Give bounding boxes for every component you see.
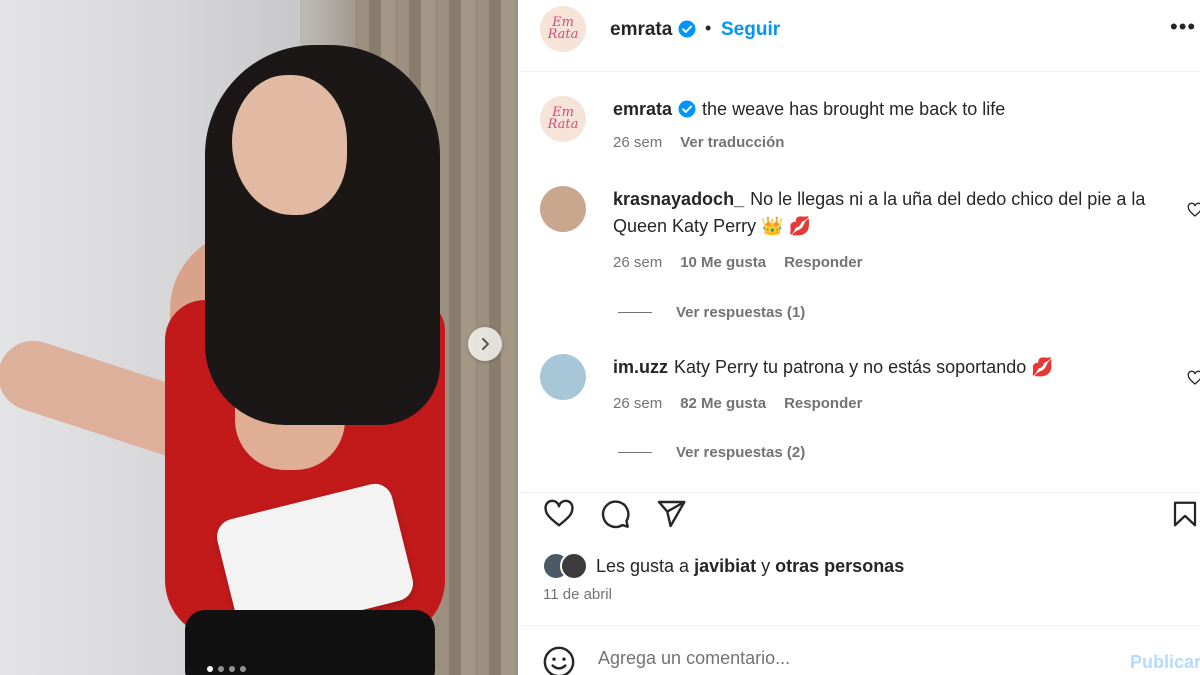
comment-time: 26 sem — [613, 395, 663, 412]
carousel-dot — [240, 666, 246, 672]
caption-avatar[interactable]: Em Rata — [540, 96, 586, 142]
comment-meta: 26 sem 10 Me gusta Responder — [613, 254, 862, 271]
likes-others[interactable]: otras personas — [775, 556, 904, 577]
comment-likes[interactable]: 82 Me gusta — [680, 395, 766, 412]
more-options-icon[interactable]: ••• — [1170, 14, 1196, 40]
like-heart-icon[interactable] — [542, 498, 576, 530]
commenter-avatar[interactable] — [540, 186, 586, 232]
comment-username[interactable]: krasnayadoch_ — [613, 189, 744, 209]
like-comment-heart-icon[interactable] — [1187, 202, 1200, 218]
comment-composer: Publicar — [518, 625, 1200, 675]
liker-username[interactable]: javibiat — [694, 556, 756, 577]
emoji-smiley-icon[interactable] — [542, 645, 576, 675]
view-replies-button[interactable]: Ver respuestas (2) — [618, 444, 805, 461]
post-header: Em Rata emrata • Seguir ••• — [518, 0, 1200, 72]
comment-likes[interactable]: 10 Me gusta — [680, 254, 766, 271]
caption-meta: 26 sem Ver traducción — [613, 134, 784, 151]
carousel-dots — [207, 666, 246, 672]
photo-face — [232, 75, 347, 215]
liker-avatar — [560, 552, 588, 580]
share-send-icon[interactable] — [654, 498, 688, 530]
publish-button[interactable]: Publicar — [1130, 652, 1200, 673]
post-action-bar — [518, 492, 1200, 532]
view-replies-button[interactable]: Ver respuestas (1) — [618, 304, 805, 321]
comment-username[interactable]: im.uzz — [613, 357, 668, 377]
comment-text: krasnayadoch_ No le llegas ni a la uña de… — [613, 186, 1173, 240]
carousel-next-button[interactable] — [468, 327, 502, 361]
verified-badge-icon — [678, 20, 696, 38]
caption-text: emrata the weave has brought me back to … — [613, 96, 1173, 123]
reply-button[interactable]: Responder — [784, 254, 862, 271]
likes-prefix: Les gusta a — [596, 555, 690, 576]
replies-divider — [618, 452, 652, 453]
post-detail-panel: Em Rata emrata • Seguir ••• Em Rata emra… — [518, 0, 1200, 675]
caption-username[interactable]: emrata — [613, 99, 672, 119]
carousel-dot — [207, 666, 213, 672]
replies-divider — [618, 312, 652, 313]
likes-summary[interactable]: Les gusta a javibiat y otras personas — [542, 552, 904, 580]
save-bookmark-icon[interactable] — [1170, 498, 1200, 530]
post-date: 11 de abril — [543, 586, 612, 603]
post-image[interactable] — [0, 0, 518, 675]
carousel-dot — [229, 666, 235, 672]
chevron-right-icon — [482, 338, 489, 350]
comment-body: Katy Perry tu patrona y no estás soporta… — [674, 357, 1054, 377]
commenter-avatar[interactable] — [540, 354, 586, 400]
avatar-logo: Em Rata — [547, 15, 579, 42]
comment-meta: 26 sem 82 Me gusta Responder — [613, 395, 862, 412]
translate-link[interactable]: Ver traducción — [680, 134, 784, 151]
view-replies-label: Ver respuestas (2) — [676, 444, 806, 461]
comment-bubble-icon[interactable] — [598, 498, 632, 530]
follow-button[interactable]: Seguir — [721, 19, 780, 41]
verified-badge-icon — [678, 100, 696, 118]
comment-input[interactable] — [598, 648, 1098, 669]
likes-connector: y — [761, 555, 771, 576]
comment-time: 26 sem — [613, 254, 663, 271]
author-username[interactable]: emrata — [610, 19, 672, 41]
carousel-dot — [218, 666, 224, 672]
view-replies-label: Ver respuestas (1) — [676, 304, 806, 321]
header-separator: • — [705, 18, 712, 38]
caption-time: 26 sem — [613, 134, 663, 151]
comment-text: im.uzz Katy Perry tu patrona y no estás s… — [613, 354, 1173, 381]
caption-body: the weave has brought me back to life — [702, 99, 1006, 119]
author-avatar[interactable]: Em Rata — [540, 6, 586, 52]
avatar-logo: Em Rata — [547, 105, 579, 132]
comments-list[interactable]: Em Rata emrata the weave has brought me … — [518, 72, 1200, 492]
reply-button[interactable]: Responder — [784, 395, 862, 412]
like-comment-heart-icon[interactable] — [1187, 370, 1200, 386]
